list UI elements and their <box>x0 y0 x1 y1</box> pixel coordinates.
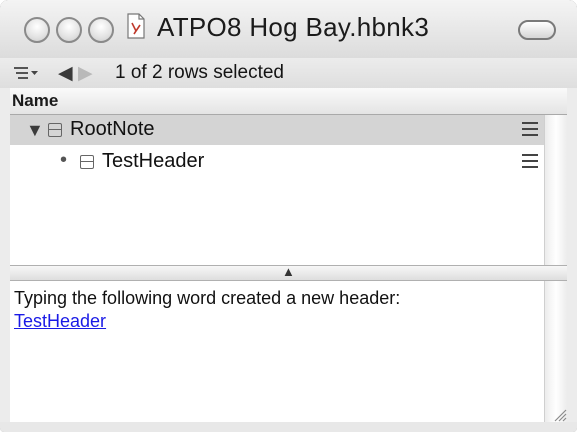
document-icon <box>127 13 145 39</box>
window-left-edge <box>0 88 10 422</box>
text-scrollbar[interactable] <box>544 281 567 422</box>
selection-status: 1 of 2 rows selected <box>115 62 284 83</box>
outline-menu-icon[interactable] <box>14 64 40 82</box>
resize-grip-icon[interactable] <box>552 407 567 422</box>
close-button[interactable] <box>24 17 50 43</box>
window-title: ATPO8 Hog Bay.hbnk3 <box>157 12 430 42</box>
navigation-bar: ◀ ▶ 1 of 2 rows selected <box>0 58 577 89</box>
window-bottom-edge <box>0 422 577 432</box>
bullet-icon: • <box>60 149 68 171</box>
disclosure-triangle-icon[interactable]: ▼ <box>26 120 44 141</box>
note-icon <box>80 155 94 169</box>
minimize-button[interactable] <box>56 17 82 43</box>
note-icon <box>48 123 62 137</box>
note-text-area[interactable]: Typing the following word created a new … <box>10 281 544 422</box>
toolbar-toggle-icon[interactable] <box>518 20 556 40</box>
app-window: ATPO8 Hog Bay.hbnk3 ◀ ▶ 1 of 2 rows sele… <box>0 0 577 432</box>
outline-row-label: TestHeader <box>102 150 205 172</box>
outline-row-label: RootNote <box>70 118 155 140</box>
outline-row[interactable]: • TestHeader <box>10 147 544 177</box>
left-arrow-icon[interactable]: ◀ <box>58 62 73 85</box>
window-right-edge <box>567 88 577 422</box>
outline-scrollbar[interactable] <box>544 115 567 265</box>
outline-view[interactable]: ▼ RootNote • TestHeader <box>10 115 544 265</box>
splitter-handle-icon[interactable]: ▲ <box>282 264 295 279</box>
column-header-label: Name <box>12 91 59 110</box>
row-handle-icon[interactable] <box>522 153 538 169</box>
outline-row[interactable]: ▼ RootNote <box>10 115 544 145</box>
note-text: Typing the following word created a new … <box>14 288 401 308</box>
row-handle-icon[interactable] <box>522 121 538 137</box>
title-bar[interactable]: ATPO8 Hog Bay.hbnk3 <box>0 0 577 59</box>
header-link[interactable]: TestHeader <box>14 311 106 331</box>
column-header-name[interactable]: Name <box>10 88 545 115</box>
column-header-corner <box>544 88 567 115</box>
split-view-divider[interactable]: ▲ <box>10 264 567 281</box>
right-arrow-icon[interactable]: ▶ <box>78 62 93 85</box>
zoom-button[interactable] <box>88 17 114 43</box>
